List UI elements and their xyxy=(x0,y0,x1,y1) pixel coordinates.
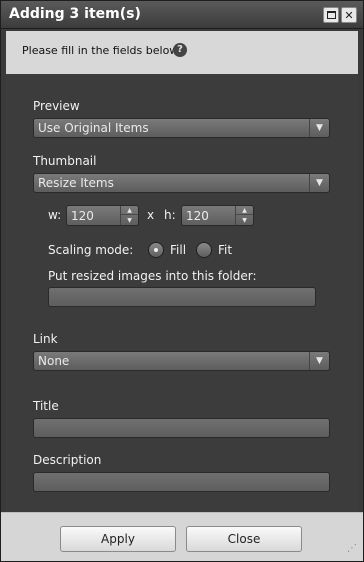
fit-radio[interactable] xyxy=(196,242,212,258)
thumbnail-label: Thumbnail xyxy=(33,154,97,168)
scaling-mode-label: Scaling mode: xyxy=(48,243,134,257)
width-stepper[interactable]: 120 ▲ ▼ xyxy=(66,205,139,226)
footer-bar: Apply Close ⋰ xyxy=(1,512,363,561)
height-stepper[interactable]: 120 ▲ ▼ xyxy=(181,205,254,226)
chevron-down-icon[interactable]: ▼ xyxy=(309,352,329,370)
close-icon: ✕ xyxy=(344,8,354,22)
chevron-down-icon[interactable]: ▼ xyxy=(309,174,329,192)
title-bar[interactable]: Adding 3 item(s) ✕ xyxy=(1,1,363,29)
info-text: Please fill in the fields below. xyxy=(22,44,181,57)
form-panel: Preview Use Original Items ▼ Thumbnail R… xyxy=(6,74,358,512)
times-sign: x xyxy=(147,208,155,222)
link-select-value: None xyxy=(38,354,70,368)
title-label: Title xyxy=(33,399,59,413)
dialog-window: Adding 3 item(s) ✕ Please fill in the fi… xyxy=(0,0,364,562)
thumbnail-select-value: Resize Items xyxy=(38,176,114,190)
height-value: 120 xyxy=(186,209,209,223)
close-button[interactable]: Close xyxy=(186,526,302,552)
apply-button[interactable]: Apply xyxy=(60,526,176,552)
fill-radio-label[interactable]: Fill xyxy=(170,243,186,257)
fill-radio[interactable] xyxy=(148,242,164,258)
link-label: Link xyxy=(33,332,58,346)
chevron-down-icon[interactable]: ▼ xyxy=(309,119,329,137)
decrement-icon[interactable]: ▼ xyxy=(236,216,253,225)
title-input[interactable] xyxy=(33,418,330,438)
info-bar: Please fill in the fields below. ? xyxy=(6,31,358,74)
link-select[interactable]: None ▼ xyxy=(33,351,330,371)
maximize-button[interactable] xyxy=(323,7,339,23)
folder-label: Put resized images into this folder: xyxy=(48,269,257,283)
thumbnail-select[interactable]: Resize Items ▼ xyxy=(33,173,330,193)
description-input[interactable] xyxy=(33,472,330,492)
fit-radio-label[interactable]: Fit xyxy=(218,243,232,257)
preview-label: Preview xyxy=(33,99,80,113)
window-title: Adding 3 item(s) xyxy=(9,6,141,22)
close-window-button[interactable]: ✕ xyxy=(341,7,357,23)
height-label: h: xyxy=(164,208,176,222)
width-label: w: xyxy=(48,208,62,222)
width-value: 120 xyxy=(71,209,94,223)
folder-input[interactable] xyxy=(48,287,316,307)
description-label: Description xyxy=(33,453,102,467)
height-stepper-buttons: ▲ ▼ xyxy=(235,206,253,225)
width-stepper-buttons: ▲ ▼ xyxy=(120,206,138,225)
maximize-icon xyxy=(326,11,336,19)
increment-icon[interactable]: ▲ xyxy=(236,206,253,215)
help-icon[interactable]: ? xyxy=(173,43,187,57)
increment-icon[interactable]: ▲ xyxy=(121,206,138,215)
preview-select-value: Use Original Items xyxy=(38,121,149,135)
preview-select[interactable]: Use Original Items ▼ xyxy=(33,118,330,138)
resize-grip-icon[interactable]: ⋰ xyxy=(347,544,359,558)
decrement-icon[interactable]: ▼ xyxy=(121,216,138,225)
